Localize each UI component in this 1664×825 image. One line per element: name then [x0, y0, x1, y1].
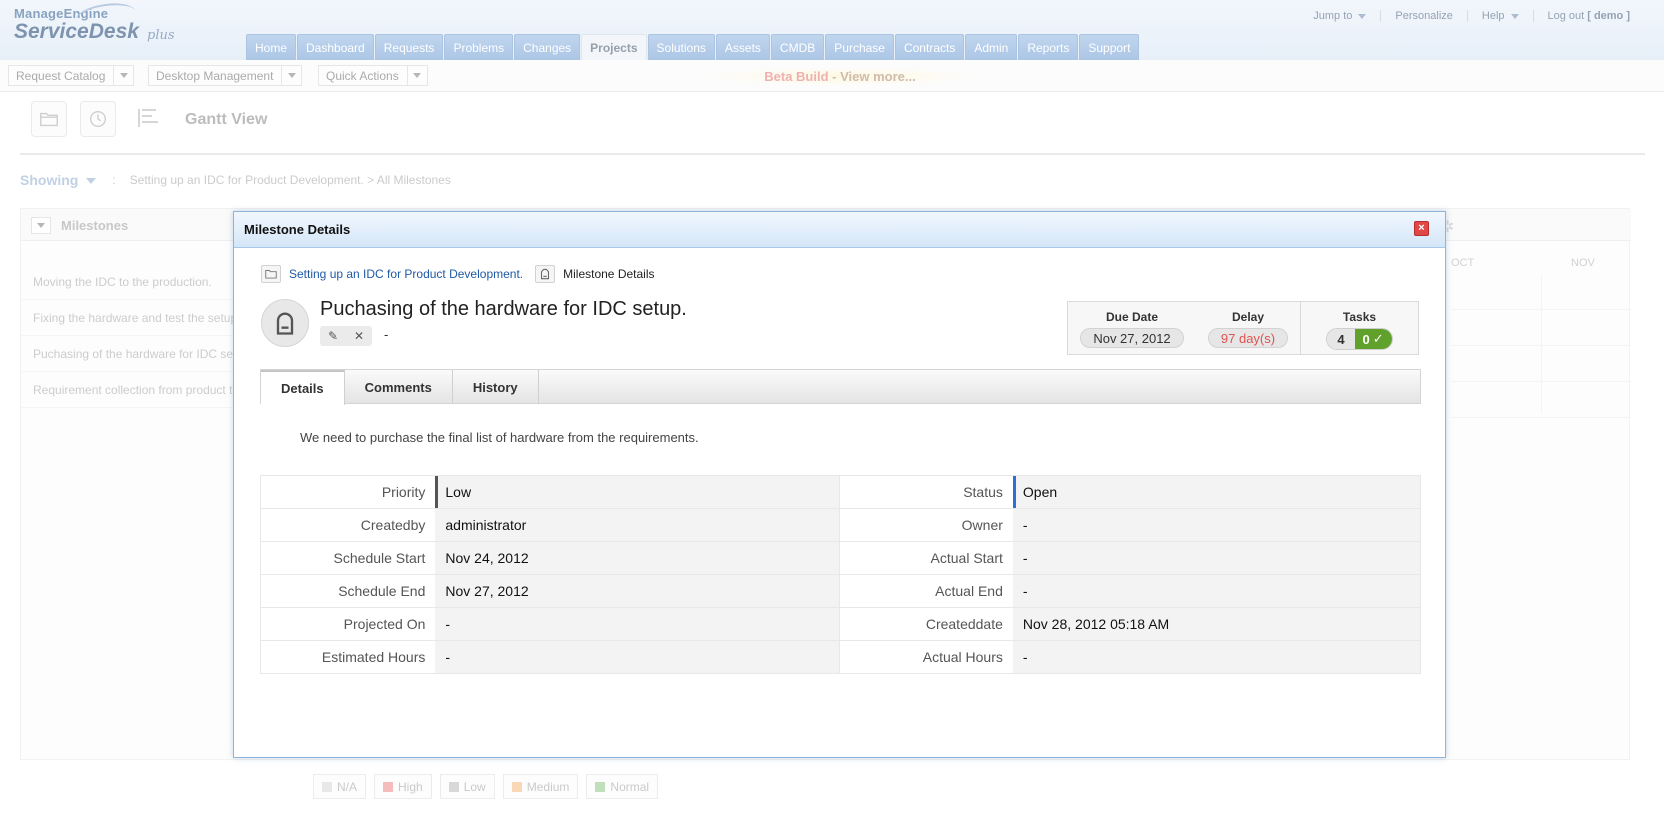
- field-label: Estimated Hours: [260, 640, 436, 674]
- table-row: Createdby administrator Owner -: [260, 508, 1421, 542]
- field-label: Createdby: [260, 508, 436, 542]
- tab-details[interactable]: Details: [261, 370, 345, 405]
- table-row: Schedule End Nov 27, 2012 Actual End -: [260, 574, 1421, 608]
- table-row: Projected On - Createddate Nov 28, 2012 05:…: [260, 607, 1421, 641]
- milestone-stats: Due Date Nov 27, 2012 Delay 97 day(s) Ta…: [1067, 301, 1419, 355]
- field-label: Schedule End: [260, 574, 436, 608]
- milestone-description: We need to purchase the final list of ha…: [300, 430, 699, 445]
- tab-comments[interactable]: Comments: [345, 370, 453, 404]
- field-label: Schedule Start: [260, 541, 436, 575]
- breadcrumb-current: Milestone Details: [563, 267, 655, 281]
- field-value: Open: [1012, 475, 1421, 509]
- tasks-stat: Tasks 4 0 ✓: [1300, 302, 1418, 354]
- field-value: -: [1012, 541, 1421, 575]
- milestone-fields-table: Priority Low Status Open Createdby administra…: [260, 475, 1421, 674]
- field-label: Actual Hours: [839, 640, 1013, 674]
- dialog-title: Milestone Details: [244, 222, 351, 237]
- field-value: -: [1012, 574, 1421, 608]
- field-label: Status: [839, 475, 1013, 509]
- field-label: Owner: [839, 508, 1013, 542]
- breadcrumb: Setting up an IDC for Product Developmen…: [261, 265, 655, 283]
- field-label: Actual Start: [839, 541, 1013, 575]
- milestone-subtitle: -: [384, 327, 389, 342]
- field-value: -: [435, 640, 840, 674]
- milestone-title: Puchasing of the hardware for IDC setup.: [320, 298, 687, 320]
- milestone-icon: [535, 265, 556, 283]
- tasks-total: 4: [1327, 329, 1355, 349]
- close-icon[interactable]: ×: [1414, 221, 1429, 236]
- delay-label: Delay: [1231, 310, 1265, 324]
- folder-icon: [261, 265, 281, 283]
- milestone-details-dialog: Milestone Details × Setting up an IDC fo…: [233, 211, 1446, 758]
- tab-history[interactable]: History: [453, 370, 539, 404]
- milestone-icon: [261, 299, 309, 347]
- check-icon: ✓: [1372, 331, 1384, 346]
- field-label: Createddate: [839, 607, 1013, 641]
- detail-tabs: Details Comments History: [260, 369, 1421, 405]
- delete-icon[interactable]: ✕: [354, 329, 364, 343]
- tasks-completed-count: 0: [1362, 331, 1370, 347]
- breadcrumb-project-link[interactable]: Setting up an IDC for Product Developmen…: [289, 267, 523, 281]
- field-value: administrator: [435, 508, 840, 542]
- field-value: -: [435, 607, 840, 641]
- due-date-label: Due Date: [1105, 310, 1158, 324]
- field-value: -: [1012, 640, 1421, 674]
- field-value: Nov 27, 2012: [435, 574, 840, 608]
- due-date-value: Nov 27, 2012: [1080, 328, 1184, 348]
- tasks-count[interactable]: 4 0 ✓: [1326, 328, 1393, 350]
- tasks-label: Tasks: [1342, 310, 1377, 324]
- field-label: Projected On: [260, 607, 436, 641]
- field-value: Nov 24, 2012: [435, 541, 840, 575]
- field-value: Nov 28, 2012 05:18 AM: [1012, 607, 1421, 641]
- pencil-icon[interactable]: ✎: [328, 329, 338, 343]
- table-row: Priority Low Status Open: [260, 475, 1421, 509]
- delay-value: 97 day(s): [1207, 328, 1289, 348]
- field-label: Actual End: [839, 574, 1013, 608]
- table-row: Estimated Hours - Actual Hours -: [260, 640, 1421, 674]
- field-label: Priority: [260, 475, 436, 509]
- field-value: Low: [435, 475, 840, 509]
- due-date-stat: Due Date Nov 27, 2012: [1068, 302, 1196, 354]
- dialog-header: Milestone Details ×: [234, 212, 1445, 248]
- tasks-completed: 0 ✓: [1354, 329, 1392, 349]
- table-row: Schedule Start Nov 24, 2012 Actual Start -: [260, 541, 1421, 575]
- delay-stat: Delay 97 day(s): [1196, 302, 1300, 354]
- field-value: -: [1012, 508, 1421, 542]
- edit-tools: ✎ ✕: [320, 326, 372, 346]
